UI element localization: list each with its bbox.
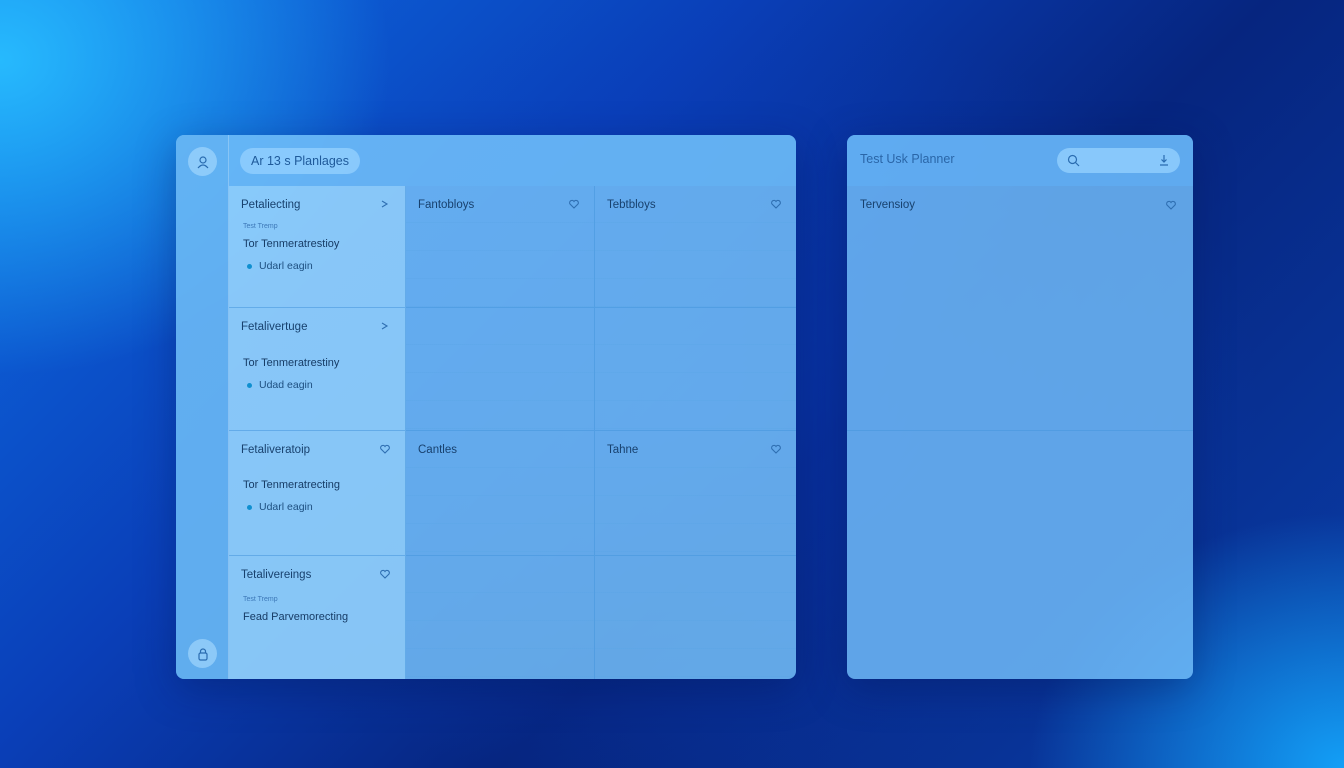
board-cell-cantles[interactable]: Cantles — [406, 431, 595, 556]
board-cell-tahne[interactable]: Tahne — [595, 431, 796, 556]
task-status: Udad eagin — [247, 379, 313, 391]
column-title: Fantobloys — [418, 199, 475, 211]
search-bar[interactable] — [1057, 148, 1180, 173]
cell-lines — [406, 592, 594, 679]
chevron-right-icon[interactable] — [379, 320, 391, 332]
board-column-header-1[interactable]: Fantobloys — [406, 186, 595, 308]
task-title: Petaliecting — [241, 199, 301, 211]
planner-divider — [847, 430, 1193, 431]
board-row-4-task[interactable]: Tetalivereings Test Tremp Fead Parvemore… — [229, 556, 406, 679]
side-rail — [176, 135, 229, 679]
task-line: Tor Tenmeratrecting — [243, 479, 341, 491]
cell-lines — [406, 467, 594, 555]
task-status: Udarl eagin — [247, 501, 313, 513]
task-status-label: Udad eagin — [259, 379, 313, 391]
column-lines — [595, 222, 796, 307]
task-title: Fetaliveratoip — [241, 444, 311, 456]
board-title-pill[interactable]: Ar 13 s Planlages — [240, 148, 360, 174]
heart-icon[interactable] — [770, 198, 782, 210]
task-planner-panel: Test Usk Planner Tervensioy — [847, 135, 1193, 679]
status-dot-icon — [247, 263, 252, 269]
task-status: Udarl eagin — [247, 260, 313, 272]
board-cell[interactable] — [595, 556, 796, 679]
heart-icon[interactable] — [379, 568, 391, 580]
column-title: Tebtbloys — [607, 199, 656, 211]
heart-icon[interactable] — [770, 443, 782, 455]
download-icon[interactable] — [1158, 154, 1170, 166]
planner-title: Test Usk Planner — [860, 152, 955, 166]
lock-button[interactable] — [188, 639, 217, 668]
task-line: Tor Tenmeratrestiny — [243, 357, 340, 369]
board-cell[interactable] — [406, 556, 595, 679]
cell-title: Tahne — [607, 444, 639, 456]
task-subtitle: Test Tremp — [243, 223, 278, 230]
task-line: Tor Tenmeratrestioy — [243, 238, 340, 250]
search-icon[interactable] — [1067, 154, 1080, 167]
board-column-header-2[interactable]: Tebtbloys — [595, 186, 796, 308]
board-header: Ar 13 s Planlages — [229, 135, 796, 186]
cell-lines — [595, 344, 796, 430]
cell-lines — [406, 344, 594, 430]
task-title: Fetalivertuge — [241, 321, 308, 333]
board-cell[interactable] — [595, 308, 796, 431]
status-dot-icon — [247, 504, 252, 510]
planner-header: Test Usk Planner — [847, 135, 1193, 186]
heart-icon[interactable] — [568, 198, 580, 210]
status-dot-icon — [247, 382, 252, 388]
task-subtitle: Test Tremp — [243, 596, 278, 603]
board-row-2-task[interactable]: Fetalivertuge Tor Tenmeratrestiny Udad e… — [229, 308, 406, 431]
lock-icon — [197, 647, 208, 661]
planner-row-title[interactable]: Tervensioy — [860, 199, 915, 211]
heart-icon[interactable] — [1165, 199, 1177, 211]
user-icon — [197, 155, 208, 168]
column-lines — [406, 222, 594, 307]
planner-board-panel: Ar 13 s Planlages Petaliecting Test Trem… — [176, 135, 796, 679]
cell-title: Cantles — [418, 444, 457, 456]
profile-button[interactable] — [188, 147, 217, 176]
task-title: Tetalivereings — [241, 569, 312, 581]
task-line: Fead Parvemorecting — [243, 611, 349, 623]
heart-icon[interactable] — [379, 443, 391, 455]
board-row-1-task[interactable]: Petaliecting Test Tremp Tor Tenmeratrest… — [229, 186, 406, 308]
task-status-label: Udarl eagin — [259, 260, 313, 272]
board-cell[interactable] — [406, 308, 595, 431]
cell-lines — [595, 467, 796, 555]
board-grid: Petaliecting Test Tremp Tor Tenmeratrest… — [229, 186, 796, 679]
board-row-3-task[interactable]: Fetaliveratoip Tor Tenmeratrecting Udarl… — [229, 431, 406, 556]
chevron-right-icon[interactable] — [379, 198, 391, 210]
task-status-label: Udarl eagin — [259, 501, 313, 513]
cell-lines — [595, 592, 796, 679]
